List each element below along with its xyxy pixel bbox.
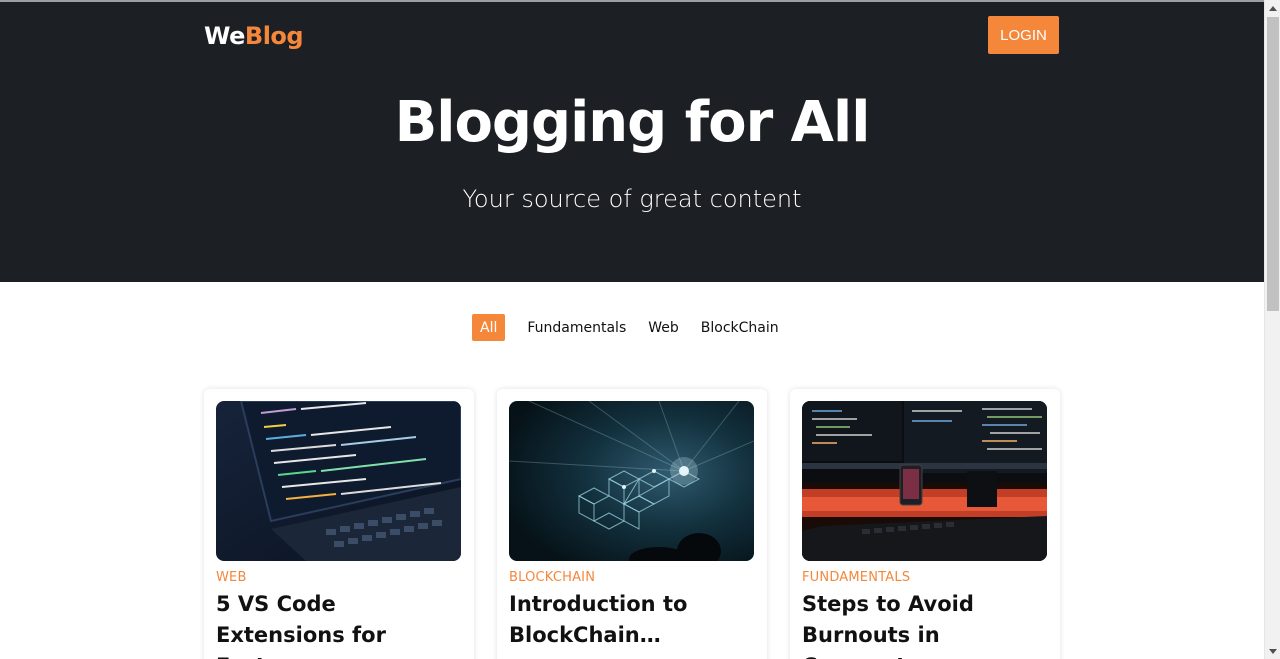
laptop-code-image[interactable] [216,401,461,561]
hero-subtitle: Your source of great content [462,185,802,213]
post-category[interactable]: WEB [216,570,247,585]
scroll-down-arrow-icon[interactable] [1265,643,1280,659]
post-category[interactable]: FUNDAMENTALS [802,570,910,585]
filter-web[interactable]: Web [648,314,679,341]
post-title[interactable]: Introduction to BlockChain… [509,589,759,651]
post-card[interactable]: BLOCKCHAIN Introduction to BlockChain… [497,389,767,659]
scroll-up-arrow-icon[interactable] [1265,0,1280,16]
filter-fundamentals[interactable]: Fundamentals [527,314,626,341]
page-scrollbar[interactable] [1264,0,1280,659]
blockchain-cubes-image[interactable] [509,401,754,561]
logo-text-part1: We [204,22,245,50]
hero-section: WeBlog LOGIN Blogging for All Your sourc… [0,2,1264,282]
post-card[interactable]: WEB 5 VS Code Extensions for Faster… [204,389,474,659]
login-button[interactable]: LOGIN [988,16,1059,54]
category-filter-bar: All Fundamentals Web BlockChain [472,314,779,341]
post-title[interactable]: 5 VS Code Extensions for Faster… [216,589,466,659]
post-card[interactable]: FUNDAMENTALS Steps to Avoid Burnouts in … [790,389,1060,659]
filter-all[interactable]: All [472,314,506,341]
desk-monitors-image[interactable] [802,401,1047,561]
logo-text-part2: Blog [244,22,304,50]
logo[interactable]: WeBlog [204,22,304,50]
post-category[interactable]: BLOCKCHAIN [509,570,595,585]
filter-blockchain[interactable]: BlockChain [701,314,779,341]
scrollbar-thumb[interactable] [1267,17,1279,311]
hero-title: Blogging for All [394,90,871,155]
post-title[interactable]: Steps to Avoid Burnouts in Corporate [802,589,1052,659]
